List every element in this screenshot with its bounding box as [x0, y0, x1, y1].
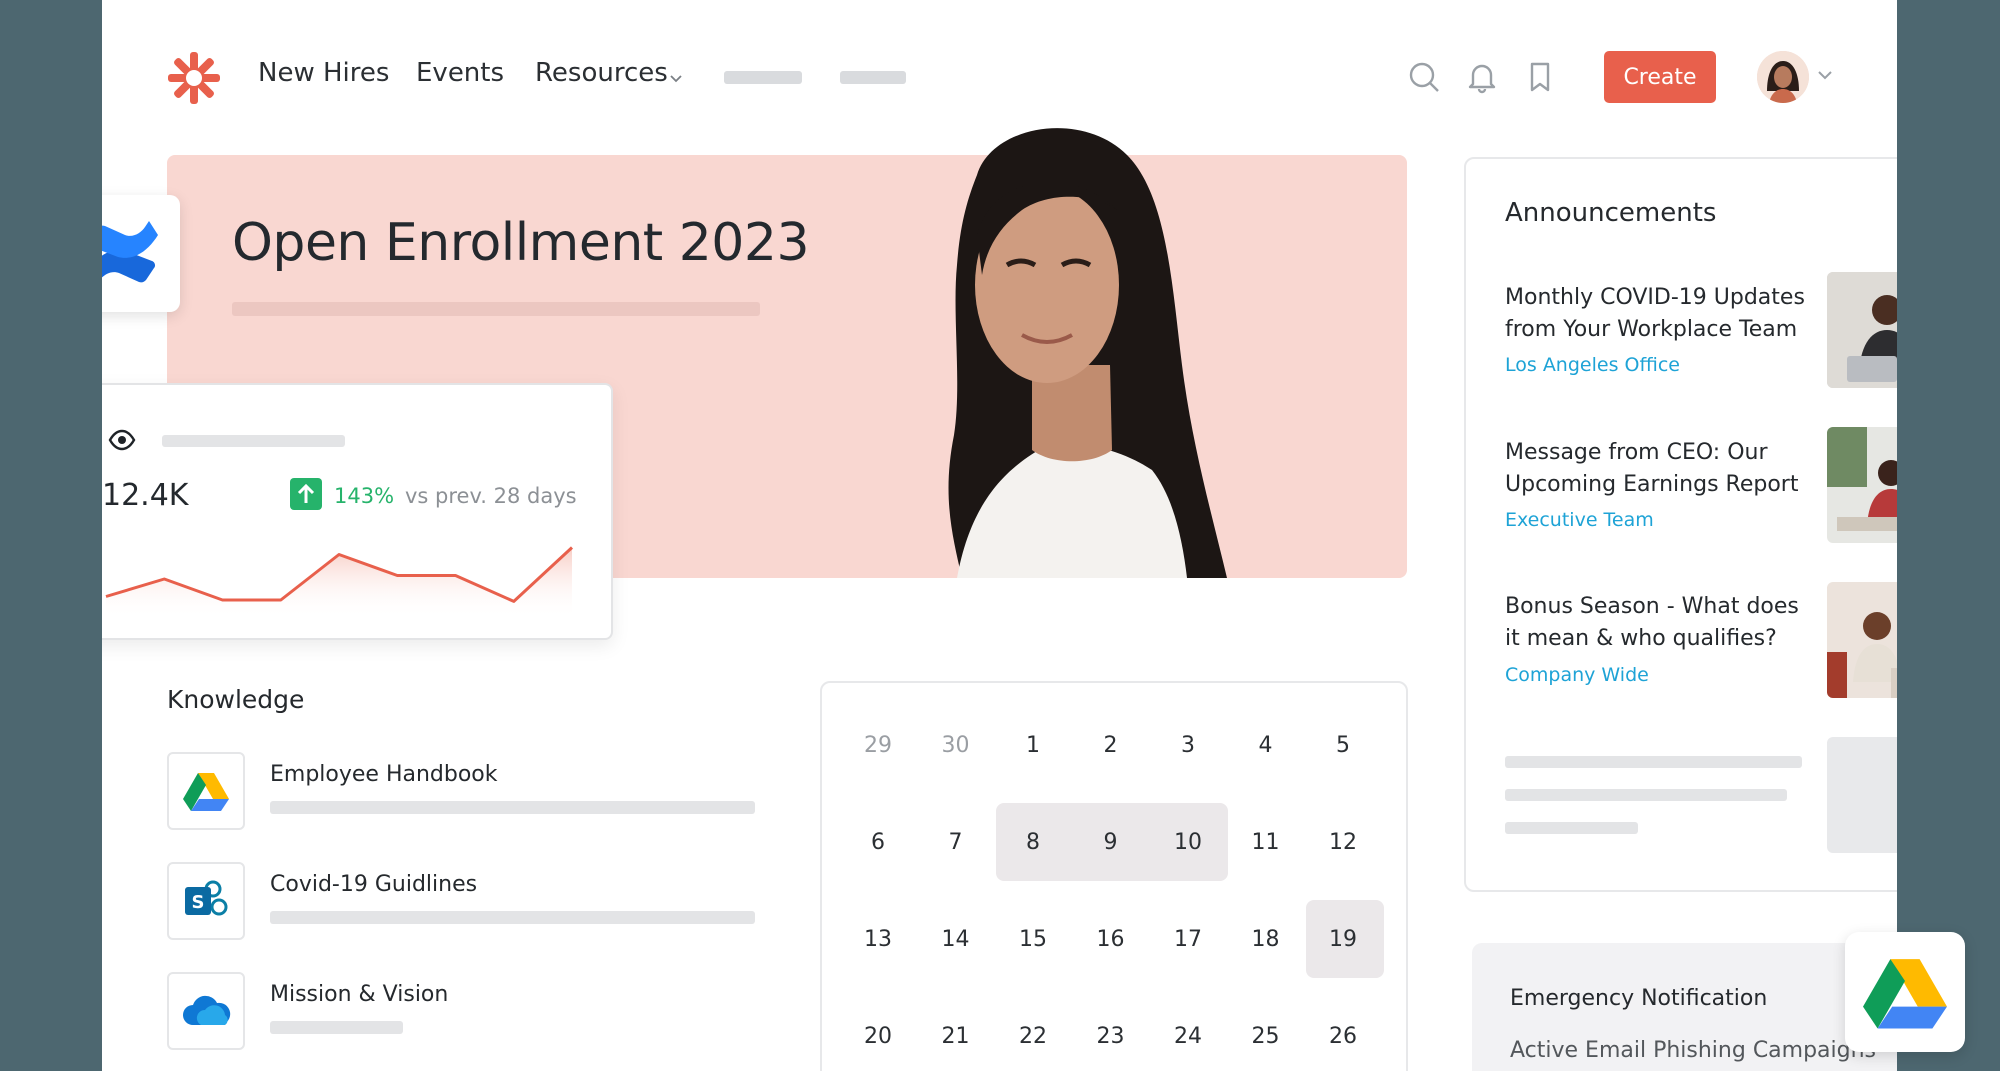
calendar-day[interactable]: 13 [840, 901, 916, 977]
knowledge-icon-tile[interactable] [167, 752, 245, 830]
sharepoint-icon: S [185, 880, 228, 916]
knowledge-title: Knowledge [167, 685, 305, 714]
emergency-title: Emergency Notification [1510, 986, 1768, 1011]
hero-title: Open Enrollment 2023 [232, 213, 810, 273]
nav-resources[interactable]: Resources [535, 58, 668, 88]
calendar-day[interactable]: 22 [995, 998, 1071, 1071]
onedrive-icon [183, 995, 231, 1025]
hero-person-image [948, 128, 1227, 578]
confluence-icon [102, 220, 158, 282]
calendar-day[interactable]: 18 [1228, 901, 1304, 977]
calendar-day[interactable]: 25 [1228, 998, 1304, 1071]
emergency-subtitle: Active Email Phishing Campaigns [1510, 1038, 1877, 1063]
knowledge-item-label[interactable]: Employee Handbook [270, 762, 498, 787]
svg-text:S: S [192, 892, 205, 913]
announcement-thumbnail[interactable] [1827, 272, 1897, 388]
placeholder-line [270, 911, 755, 924]
placeholder-line [270, 801, 755, 814]
announcement-thumbnail[interactable] [1827, 427, 1897, 543]
calendar-day[interactable]: 24 [1150, 998, 1226, 1071]
placeholder-line [162, 435, 345, 447]
calendar-day[interactable]: 23 [1073, 998, 1149, 1071]
nav-placeholder [724, 71, 802, 84]
eye-icon [108, 429, 136, 451]
announcement-title[interactable]: Monthly COVID-19 Updates from Your Workp… [1505, 282, 1815, 346]
calendar-day[interactable]: 2 [1073, 707, 1149, 783]
announcement-title[interactable]: Bonus Season - What does it mean & who q… [1505, 591, 1815, 655]
calendar-day[interactable]: 19 [1305, 901, 1381, 977]
create-button[interactable]: Create [1604, 51, 1716, 103]
calendar-day[interactable]: 6 [840, 804, 916, 880]
announcement-tag[interactable]: Executive Team [1505, 509, 1654, 531]
calendar-day[interactable]: 12 [1305, 804, 1381, 880]
announcement-tag[interactable]: Los Angeles Office [1505, 354, 1680, 376]
placeholder-line [1505, 822, 1638, 834]
placeholder-line [1505, 789, 1787, 801]
calendar-day[interactable]: 14 [918, 901, 994, 977]
calendar-day[interactable]: 20 [840, 998, 916, 1071]
arrow-up-icon [290, 478, 322, 510]
nav-new-hires[interactable]: New Hires [258, 58, 389, 88]
knowledge-item-label[interactable]: Covid-19 Guidlines [270, 872, 477, 897]
google-drive-icon [183, 773, 229, 811]
calendar-day[interactable]: 7 [918, 804, 994, 880]
calendar-day[interactable]: 11 [1228, 804, 1304, 880]
placeholder-thumbnail [1827, 737, 1897, 853]
bookmark-icon[interactable] [1523, 60, 1557, 94]
stat-change: 143% [334, 484, 395, 508]
knowledge-icon-tile[interactable] [167, 972, 245, 1050]
confluence-app-card[interactable] [102, 195, 180, 312]
knowledge-item-label[interactable]: Mission & Vision [270, 982, 448, 1007]
calendar-day[interactable]: 21 [918, 998, 994, 1071]
announcement-tag[interactable]: Company Wide [1505, 664, 1649, 686]
google-drive-app-card[interactable] [1845, 932, 1965, 1052]
search-icon[interactable] [1407, 60, 1441, 94]
avatar[interactable] [1757, 51, 1809, 103]
calendar-day[interactable]: 16 [1073, 901, 1149, 977]
calendar-day[interactable]: 8 [995, 804, 1071, 880]
knowledge-icon-tile[interactable]: S [167, 862, 245, 940]
stat-comparison: vs prev. 28 days [405, 484, 577, 508]
brand-logo-icon[interactable] [166, 50, 222, 106]
calendar-day[interactable]: 3 [1150, 707, 1226, 783]
nav-placeholder [840, 71, 906, 84]
app-window: New Hires Events Resources Create Open E… [102, 0, 1897, 1071]
bell-icon[interactable] [1465, 60, 1499, 94]
announcement-title[interactable]: Message from CEO: Our Upcoming Earnings … [1505, 437, 1815, 501]
placeholder-line [270, 1021, 403, 1034]
calendar-day[interactable]: 1 [995, 707, 1071, 783]
placeholder-line [1505, 756, 1802, 768]
calendar-day[interactable]: 10 [1150, 804, 1226, 880]
stat-value: 12.4K [102, 478, 189, 513]
chevron-down-icon[interactable] [1814, 64, 1836, 86]
hero-subtitle-placeholder [232, 302, 760, 316]
google-drive-icon [1863, 959, 1947, 1029]
calendar-day[interactable]: 4 [1228, 707, 1304, 783]
announcement-thumbnail[interactable] [1827, 582, 1897, 698]
announcements-title: Announcements [1505, 198, 1717, 228]
trend-sparkline [105, 546, 574, 618]
chevron-down-icon[interactable] [668, 70, 684, 86]
calendar-day[interactable]: 29 [840, 707, 916, 783]
calendar-day[interactable]: 17 [1150, 901, 1226, 977]
calendar-day[interactable]: 15 [995, 901, 1071, 977]
calendar-day[interactable]: 9 [1073, 804, 1149, 880]
calendar-day[interactable]: 5 [1305, 707, 1381, 783]
calendar-day[interactable]: 26 [1305, 998, 1381, 1071]
nav-events[interactable]: Events [416, 58, 504, 88]
calendar-day[interactable]: 30 [918, 707, 994, 783]
